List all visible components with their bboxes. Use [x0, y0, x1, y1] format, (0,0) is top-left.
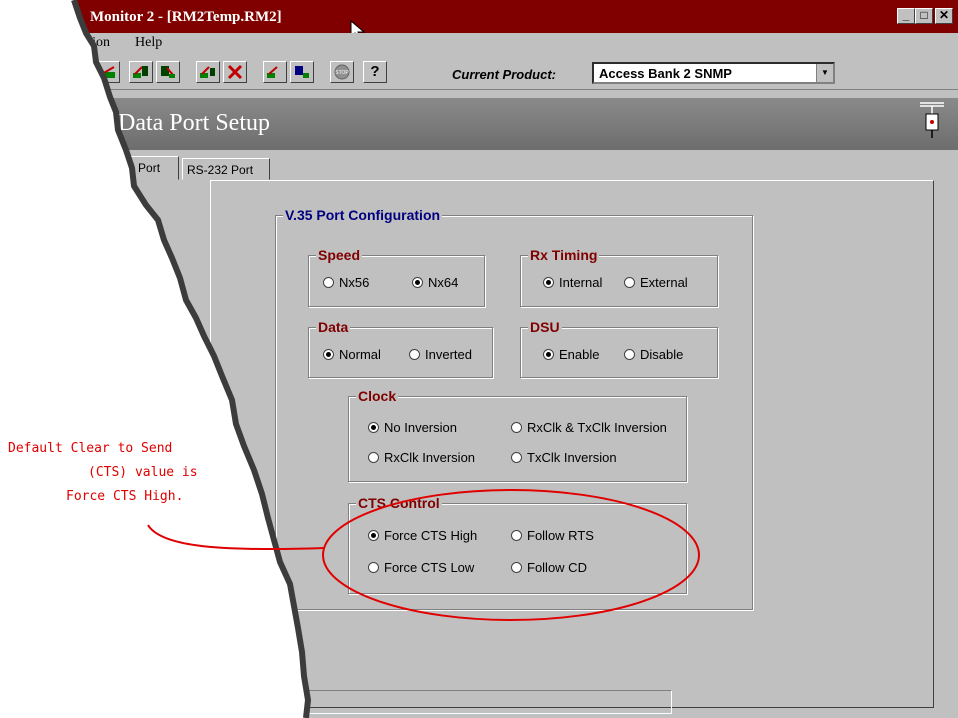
- cts-highlight-ellipse: [322, 489, 700, 621]
- torn-paper-white-area: [0, 0, 308, 718]
- annotation-line-1: Default Clear to Send: [8, 441, 173, 456]
- torn-paper-overlay: [0, 0, 700, 718]
- annotation-line-2: (CTS) value is: [88, 465, 198, 480]
- annotation-callout: Default Clear to Send (CTS) value is For…: [8, 437, 233, 509]
- annotation-line-3: Force CTS High.: [66, 489, 184, 504]
